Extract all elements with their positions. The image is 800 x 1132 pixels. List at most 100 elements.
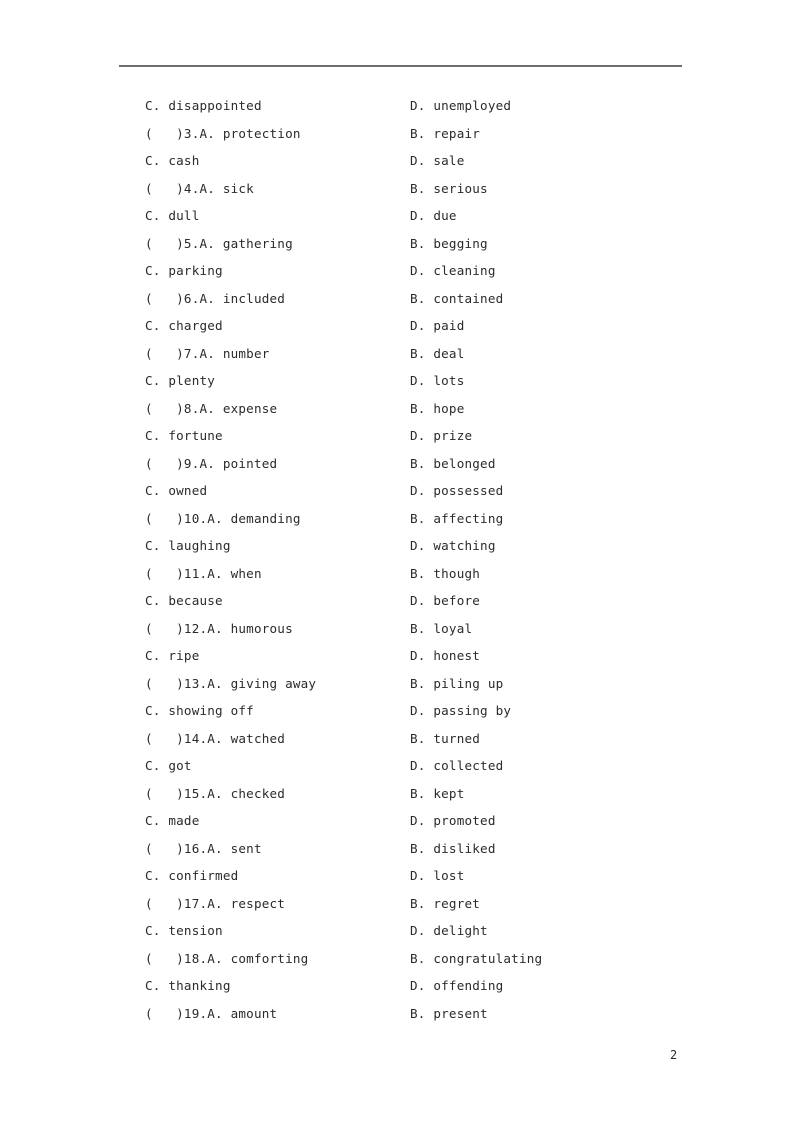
option-left: C. fortune [145,428,223,443]
question-line: ( )17.A. respect B. regret [0,890,800,918]
option-left: ( )4.A. sick [145,180,254,196]
question-line: C. showing off D. passing by [0,697,800,725]
option-left: C. confirmed [145,868,239,883]
option-right: D. watching [410,538,496,553]
option-right: B. turned [410,730,481,746]
option-left: C. made [145,813,200,828]
option-right: D. honest [410,648,481,663]
question-line: C. thanking D. offending [0,972,800,1000]
option-left: ( )8.A. expense [145,400,278,416]
question-line: ( )18.A. comforting B. congratulating [0,945,800,973]
option-right: B. congratulating [410,950,543,966]
option-right: B. contained [410,290,504,306]
option-left: C. parking [145,263,223,278]
question-line: C. tension D. delight [0,917,800,945]
option-left: ( )12.A. humorous [145,620,293,636]
option-right: B. present [410,1005,488,1021]
option-left: ( )11.A. when [145,565,262,581]
option-right: B. kept [410,785,465,801]
question-line: C. laughing D. watching [0,532,800,560]
question-line: C. confirmed D. lost [0,862,800,890]
option-right: B. disliked [410,840,496,856]
option-left: C. plenty [145,373,216,388]
question-line: ( )9.A. pointed B. belonged [0,450,800,478]
option-left: C. dull [145,208,200,223]
option-left: ( )19.A. amount [145,1005,278,1021]
option-left: ( )6.A. included [145,290,286,306]
option-left: ( )9.A. pointed [145,455,278,471]
question-list: C. disappointed D. unemployed ( )3.A. prot… [0,92,800,1027]
page-number: 2 [670,1048,678,1062]
option-right: D. lots [410,373,465,388]
question-line: ( )12.A. humorous B. loyal [0,615,800,643]
option-right: D. delight [410,923,488,938]
question-line: C. got D. collected [0,752,800,780]
header-rule [119,65,682,67]
option-right: D. collected [410,758,504,773]
option-left: ( )16.A. sent [145,840,262,856]
option-left: ( )5.A. gathering [145,235,293,251]
option-right: B. deal [410,345,465,361]
option-left: ( )15.A. checked [145,785,286,801]
question-line: C. fortune D. prize [0,422,800,450]
option-left: C. laughing [145,538,231,553]
question-line: C. owned D. possessed [0,477,800,505]
option-right: D. promoted [410,813,496,828]
option-left: C. owned [145,483,208,498]
option-right: D. possessed [410,483,504,498]
option-right: D. paid [410,318,465,333]
question-line: ( )14.A. watched B. turned [0,725,800,753]
option-right: D. sale [410,153,465,168]
option-left: ( )3.A. protection [145,125,301,141]
question-line: ( )13.A. giving away B. piling up [0,670,800,698]
option-left: C. showing off [145,703,254,718]
option-right: D. before [410,593,481,608]
question-line: C. charged D. paid [0,312,800,340]
option-right: D. passing by [410,703,512,718]
option-right: D. unemployed [410,98,512,113]
option-right: B. belonged [410,455,496,471]
question-line: ( )10.A. demanding B. affecting [0,505,800,533]
question-line: ( )5.A. gathering B. begging [0,230,800,258]
option-left: ( )7.A. number [145,345,270,361]
question-line: ( )19.A. amount B. present [0,1000,800,1028]
question-line: ( )4.A. sick B. serious [0,175,800,203]
option-right: D. offending [410,978,504,993]
option-left: ( )13.A. giving away [145,675,317,691]
option-left: C. got [145,758,192,773]
question-line: ( )11.A. when B. though [0,560,800,588]
option-right: B. loyal [410,620,473,636]
question-line: C. ripe D. honest [0,642,800,670]
option-left: C. disappointed [145,98,262,113]
option-left: C. charged [145,318,223,333]
option-left: C. because [145,593,223,608]
question-line: ( )7.A. number B. deal [0,340,800,368]
option-right: B. though [410,565,481,581]
question-line: ( )8.A. expense B. hope [0,395,800,423]
question-line: ( )16.A. sent B. disliked [0,835,800,863]
option-left: ( )10.A. demanding [145,510,301,526]
question-line: C. cash D. sale [0,147,800,175]
document-page: C. disappointed D. unemployed ( )3.A. prot… [0,0,800,1132]
question-line: C. because D. before [0,587,800,615]
question-line: C. parking D. cleaning [0,257,800,285]
option-left: C. cash [145,153,200,168]
option-right: B. regret [410,895,481,911]
option-left: C. tension [145,923,223,938]
option-left: C. ripe [145,648,200,663]
option-right: B. affecting [410,510,504,526]
option-right: D. prize [410,428,473,443]
question-line: C. made D. promoted [0,807,800,835]
option-right: B. repair [410,125,481,141]
option-left: C. thanking [145,978,231,993]
option-right: B. hope [410,400,465,416]
question-line: C. dull D. due [0,202,800,230]
option-left: ( )14.A. watched [145,730,286,746]
question-line: ( )6.A. included B. contained [0,285,800,313]
option-right: D. due [410,208,457,223]
question-line: ( )3.A. protection B. repair [0,120,800,148]
option-right: B. piling up [410,675,504,691]
option-right: D. lost [410,868,465,883]
option-right: D. cleaning [410,263,496,278]
option-right: B. begging [410,235,488,251]
